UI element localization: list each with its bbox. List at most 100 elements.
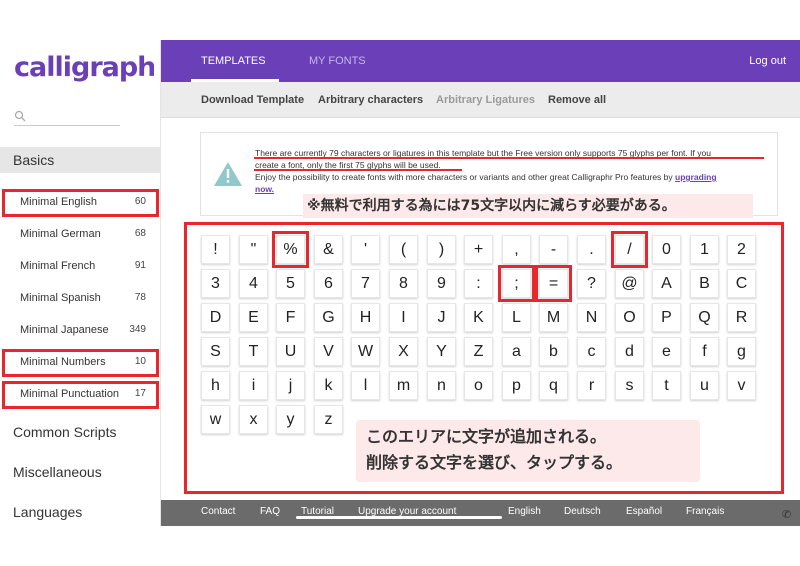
glyph-tile[interactable]: J: [427, 303, 456, 332]
glyph-tile[interactable]: G: [314, 303, 343, 332]
glyph-tile[interactable]: P: [652, 303, 681, 332]
glyph-tile[interactable]: Y: [427, 337, 456, 366]
glyph-tile[interactable]: n: [427, 371, 456, 400]
logout-link[interactable]: Log out: [749, 40, 786, 82]
glyph-tile[interactable]: i: [239, 371, 268, 400]
footer-link-francais[interactable]: Français: [686, 500, 724, 526]
glyph-tile[interactable]: W: [351, 337, 380, 366]
glyph-tile[interactable]: 8: [389, 269, 418, 298]
glyph-tile[interactable]: 1: [690, 235, 719, 264]
footer-link-contact[interactable]: Contact: [201, 500, 235, 526]
search-input[interactable]: [14, 110, 120, 126]
glyph-tile[interactable]: U: [276, 337, 305, 366]
glyph-tile[interactable]: k: [314, 371, 343, 400]
glyph-tile[interactable]: 9: [427, 269, 456, 298]
glyph-tile[interactable]: t: [652, 371, 681, 400]
glyph-tile[interactable]: w: [201, 405, 230, 434]
glyph-tile[interactable]: ": [239, 235, 268, 264]
glyph-tile[interactable]: K: [464, 303, 493, 332]
glyph-tile[interactable]: E: [239, 303, 268, 332]
glyph-tile[interactable]: e: [652, 337, 681, 366]
footer-link-tutorial[interactable]: Tutorial: [301, 500, 334, 526]
footer-link-upgrade[interactable]: Upgrade your account: [358, 500, 456, 526]
glyph-tile[interactable]: 5: [276, 269, 305, 298]
glyph-tile[interactable]: g: [727, 337, 756, 366]
glyph-tile[interactable]: T: [239, 337, 268, 366]
glyph-tile[interactable]: C: [727, 269, 756, 298]
glyph-tile[interactable]: c: [577, 337, 606, 366]
glyph-tile[interactable]: +: [464, 235, 493, 264]
footer-link-faq[interactable]: FAQ: [260, 500, 280, 526]
glyph-tile[interactable]: S: [201, 337, 230, 366]
glyph-tile[interactable]: v: [727, 371, 756, 400]
category-common-scripts[interactable]: Common Scripts: [0, 419, 160, 445]
glyph-tile[interactable]: u: [690, 371, 719, 400]
glyph-tile[interactable]: X: [389, 337, 418, 366]
footer-link-deutsch[interactable]: Deutsch: [564, 500, 601, 526]
glyph-tile[interactable]: f: [690, 337, 719, 366]
glyph-tile[interactable]: ?: [577, 269, 606, 298]
glyph-tile[interactable]: s: [615, 371, 644, 400]
glyph-tile[interactable]: V: [314, 337, 343, 366]
glyph-tile[interactable]: m: [389, 371, 418, 400]
glyph-tile[interactable]: q: [539, 371, 568, 400]
glyph-tile[interactable]: z: [314, 405, 343, 434]
sidebar-item-minimal-japanese[interactable]: Minimal Japanese 349: [0, 316, 160, 344]
glyph-tile[interactable]: Z: [464, 337, 493, 366]
glyph-tile[interactable]: y: [276, 405, 305, 434]
glyph-tile[interactable]: A: [652, 269, 681, 298]
glyph-tile[interactable]: .: [577, 235, 606, 264]
arbitrary-ligatures-button[interactable]: Arbitrary Ligatures: [436, 82, 535, 118]
glyph-tile[interactable]: p: [502, 371, 531, 400]
glyph-tile[interactable]: 3: [201, 269, 230, 298]
glyph-tile[interactable]: h: [201, 371, 230, 400]
glyph-tile[interactable]: ): [427, 235, 456, 264]
glyph-tile[interactable]: 6: [314, 269, 343, 298]
category-basics[interactable]: Basics: [0, 147, 160, 173]
glyph-tile[interactable]: d: [615, 337, 644, 366]
sidebar-item-minimal-spanish[interactable]: Minimal Spanish 78: [0, 284, 160, 312]
glyph-tile[interactable]: :: [464, 269, 493, 298]
sidebar-item-minimal-french[interactable]: Minimal French 91: [0, 252, 160, 280]
arbitrary-characters-button[interactable]: Arbitrary characters: [318, 82, 423, 118]
glyph-tile[interactable]: 2: [727, 235, 756, 264]
glyph-tile[interactable]: !: [201, 235, 230, 264]
glyph-tile[interactable]: B: [690, 269, 719, 298]
glyph-tile[interactable]: &: [314, 235, 343, 264]
glyph-tile[interactable]: R: [727, 303, 756, 332]
footer-link-english[interactable]: English: [508, 500, 541, 526]
category-languages[interactable]: Languages: [0, 499, 160, 525]
upgrade-link[interactable]: upgrading: [675, 172, 717, 182]
glyph-tile[interactable]: -: [539, 235, 568, 264]
glyph-tile[interactable]: D: [201, 303, 230, 332]
glyph-tile[interactable]: a: [502, 337, 531, 366]
glyph-tile[interactable]: ': [351, 235, 380, 264]
sidebar-item-minimal-german[interactable]: Minimal German 68: [0, 220, 160, 248]
glyph-tile[interactable]: @: [615, 269, 644, 298]
glyph-tile[interactable]: l: [351, 371, 380, 400]
glyph-tile[interactable]: N: [577, 303, 606, 332]
glyph-tile[interactable]: x: [239, 405, 268, 434]
glyph-tile[interactable]: 7: [351, 269, 380, 298]
glyph-tile[interactable]: O: [615, 303, 644, 332]
glyph-tile[interactable]: ,: [502, 235, 531, 264]
glyph-tile[interactable]: L: [502, 303, 531, 332]
upgrade-link-now[interactable]: now.: [255, 184, 274, 194]
glyph-tile[interactable]: Q: [690, 303, 719, 332]
glyph-tile[interactable]: o: [464, 371, 493, 400]
download-template-button[interactable]: Download Template: [201, 82, 304, 118]
glyph-tile[interactable]: M: [539, 303, 568, 332]
glyph-tile[interactable]: j: [276, 371, 305, 400]
glyph-tile[interactable]: r: [577, 371, 606, 400]
tab-templates[interactable]: TEMPLATES: [201, 40, 266, 82]
calligraphr-logo[interactable]: calligraphr: [14, 50, 154, 86]
glyph-tile[interactable]: 4: [239, 269, 268, 298]
glyph-tile[interactable]: b: [539, 337, 568, 366]
remove-all-button[interactable]: Remove all: [548, 82, 606, 118]
glyph-tile[interactable]: F: [276, 303, 305, 332]
glyph-tile[interactable]: H: [351, 303, 380, 332]
glyph-tile[interactable]: (: [389, 235, 418, 264]
glyph-tile[interactable]: 0: [652, 235, 681, 264]
tab-my-fonts[interactable]: MY FONTS: [309, 40, 366, 82]
category-miscellaneous[interactable]: Miscellaneous: [0, 459, 160, 485]
